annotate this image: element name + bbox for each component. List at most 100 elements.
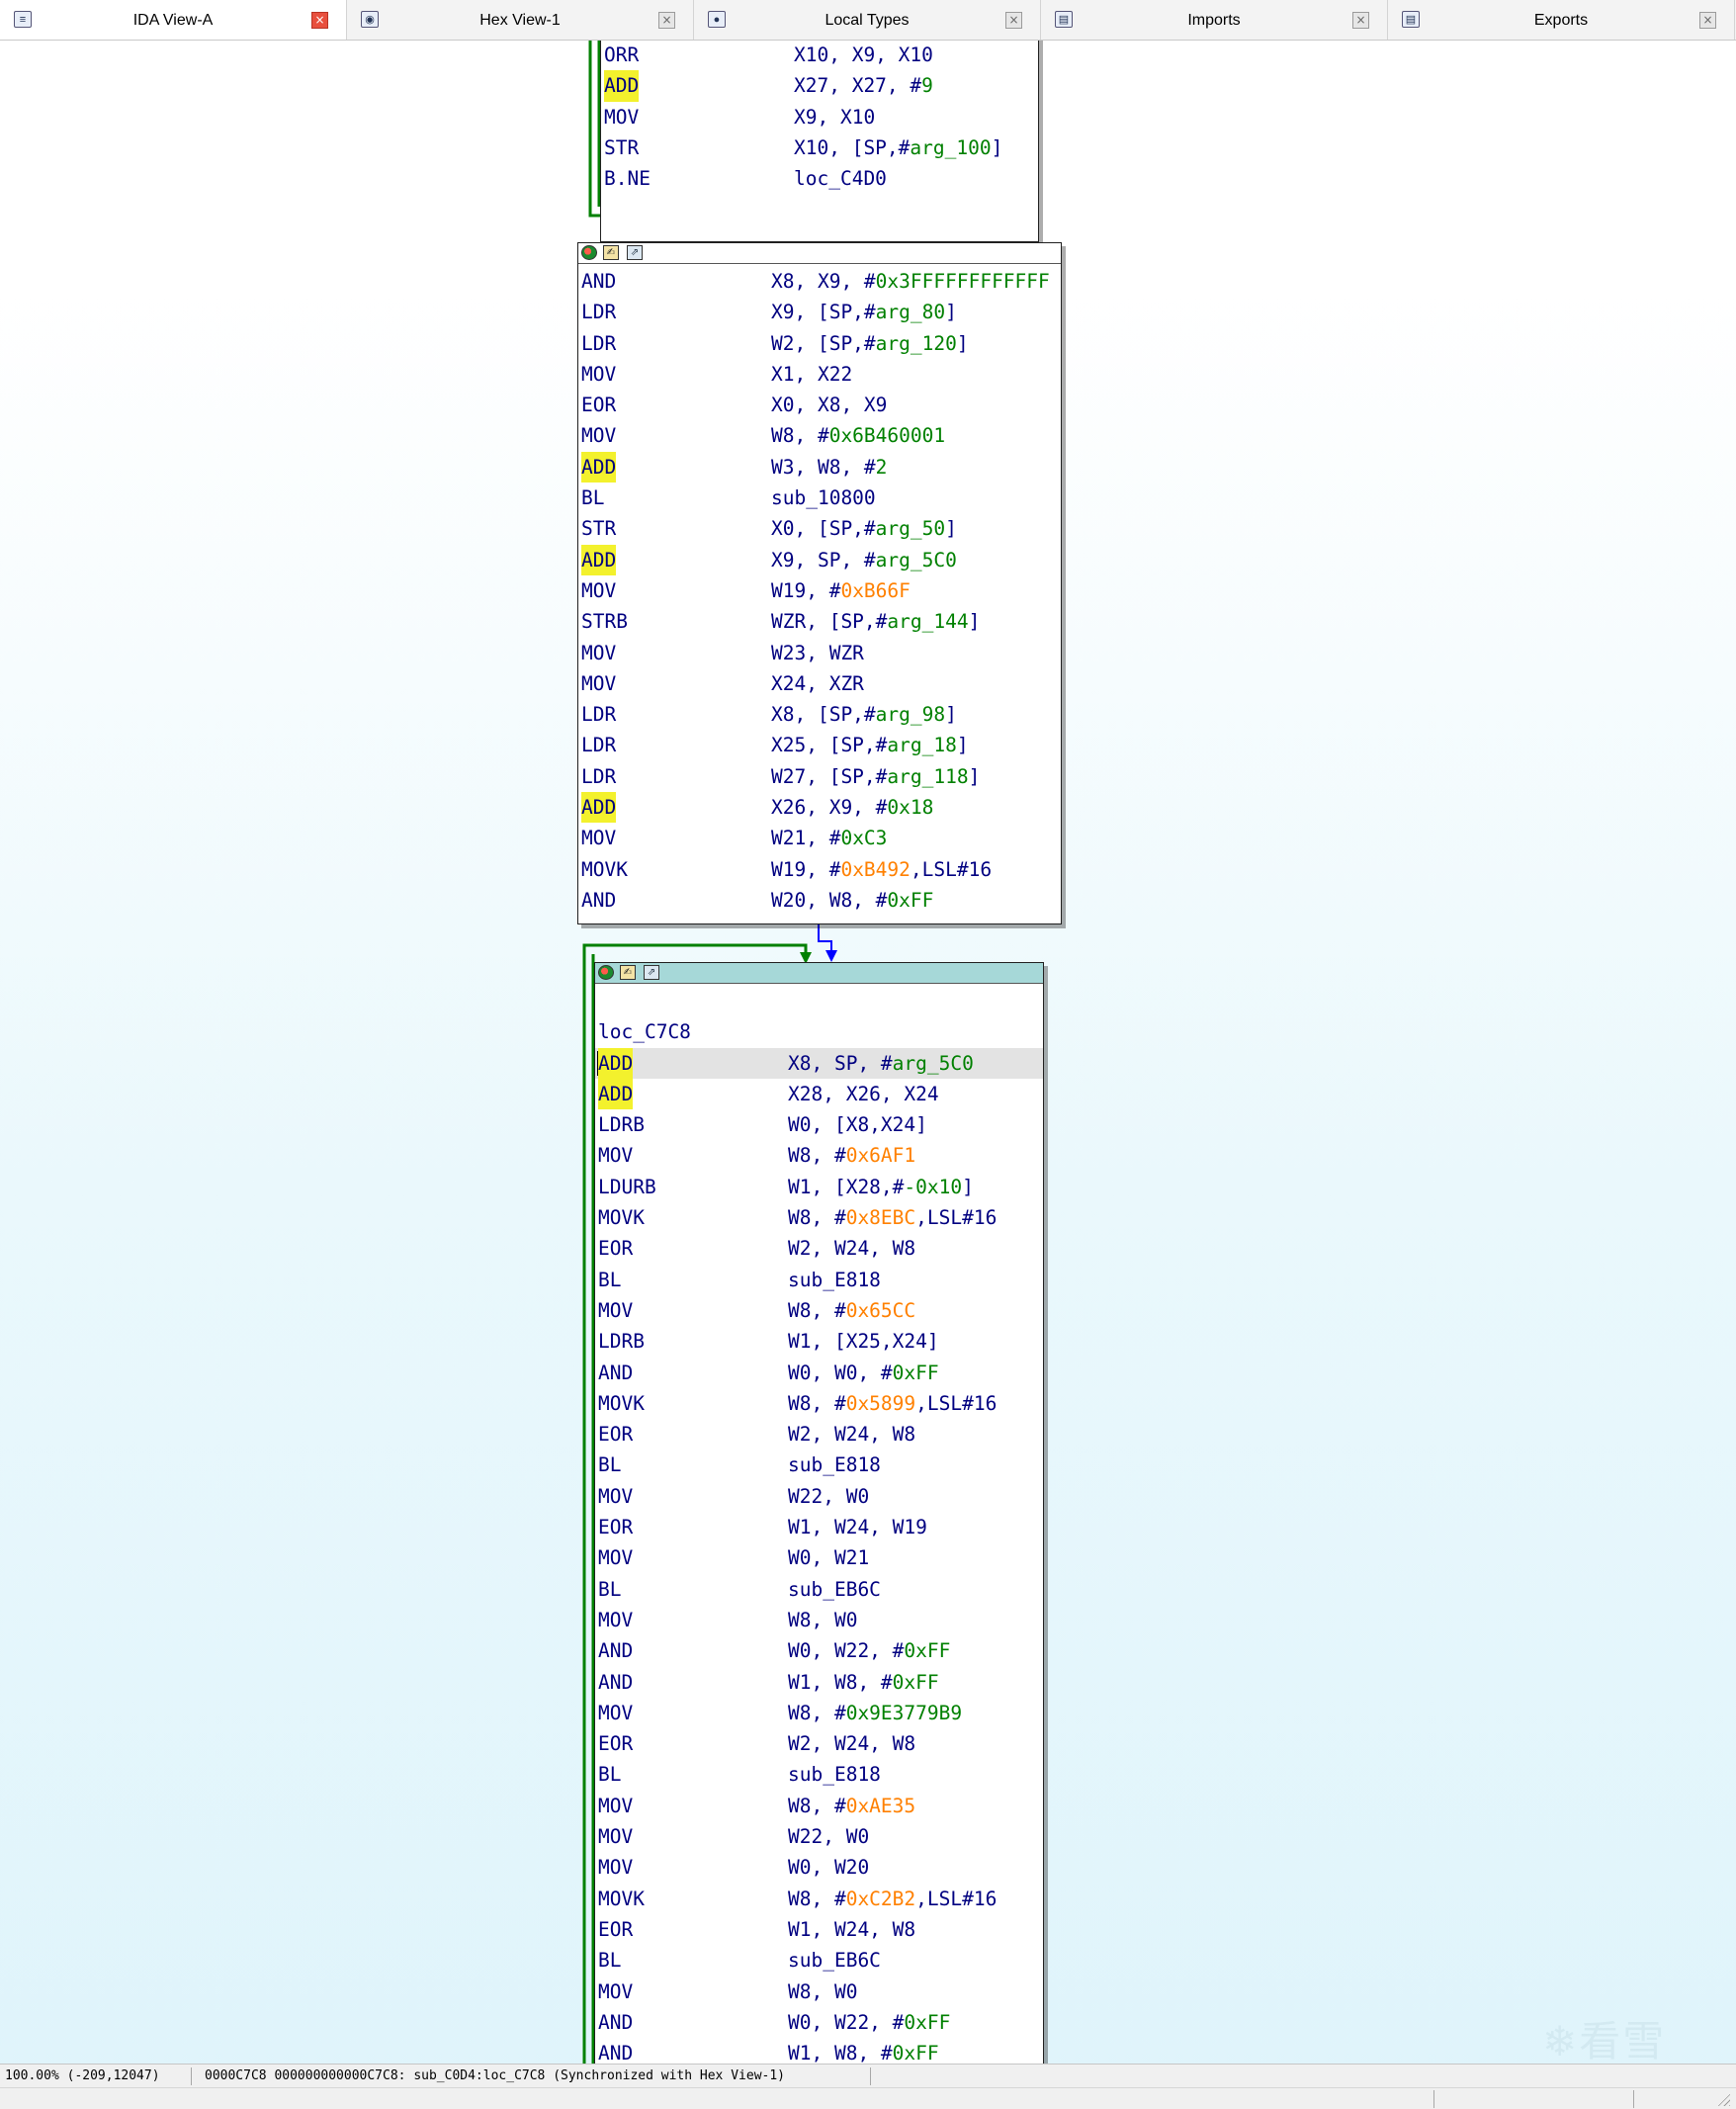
block-group-icon[interactable]: ⇗	[644, 965, 659, 980]
instruction-line[interactable]: AND W0, W0, #0xFF	[595, 1358, 1043, 1388]
mnemonic: MOV	[581, 671, 617, 695]
code-label-line[interactable]: loc_C7C8	[595, 1016, 1043, 1047]
instruction-line[interactable]: MOV W23, WZR	[578, 638, 1061, 668]
instruction-line[interactable]: LDRB W0, [X8,X24]	[595, 1109, 1043, 1140]
operands: X9, SP, #arg_5C0	[771, 545, 957, 575]
instruction-line[interactable]: LDR X9, [SP,#arg_80]	[578, 297, 1061, 327]
instruction-line[interactable]: EOR W1, W24, W8	[595, 1914, 1043, 1945]
instruction-line[interactable]: BL sub_E818	[595, 1450, 1043, 1480]
instruction-line[interactable]: STRB WZR, [SP,#arg_144]	[578, 606, 1061, 637]
instruction-line[interactable]: MOV X24, XZR	[578, 668, 1061, 699]
code-block-middle[interactable]: ✍ ⇗ AND X8, X9, #0x3FFFFFFFFFFFF LDR X9, [S…	[577, 242, 1062, 924]
block-color-icon[interactable]	[598, 965, 614, 980]
resize-grip-icon[interactable]	[1716, 2092, 1730, 2106]
instruction-line[interactable]: MOV W22, W0	[595, 1821, 1043, 1852]
block-color-icon[interactable]	[581, 245, 597, 260]
instruction-line[interactable]: MOVK W8, #0x5899,LSL#16	[595, 1388, 1043, 1419]
instruction-line[interactable]: ADD W3, W8, #2	[578, 451, 1061, 483]
operands: sub_10800	[771, 483, 876, 513]
operand-text: W2, W24, W8	[788, 1423, 916, 1447]
operand-number: arg_120	[875, 331, 957, 355]
block-rename-icon[interactable]: ✍	[620, 965, 636, 980]
code-block-loop[interactable]: ✍ ⇗ loc_C7C8 ADD X8, SP, #arg_5C0 ADD X28, X…	[594, 962, 1044, 2064]
operand-text: W8, #	[771, 424, 829, 448]
instruction-line[interactable]: AND W1, W8, #0xFF	[595, 1667, 1043, 1698]
instruction-line[interactable]: MOV X9, X10	[601, 102, 1038, 132]
instruction-line[interactable]: EOR W2, W24, W8	[595, 1233, 1043, 1264]
instruction-line[interactable]: ADD X28, X26, X24	[595, 1078, 1043, 1110]
operand-text: ]	[945, 517, 957, 541]
instruction-line[interactable]: LDR X8, [SP,#arg_98]	[578, 699, 1061, 730]
instruction-line[interactable]: EOR W1, W24, W19	[595, 1512, 1043, 1542]
instruction-line[interactable]: ADD X9, SP, #arg_5C0	[578, 544, 1061, 575]
instruction-line[interactable]: LDR X25, [SP,#arg_18]	[578, 730, 1061, 760]
instruction-line[interactable]: AND W20, W8, #0xFF	[578, 885, 1061, 916]
ida-graph-view[interactable]: ORR X10, X9, X10 ADD X27, X27, #9 MOV X9, X10…	[0, 41, 1736, 2064]
instruction-line[interactable]: MOV X1, X22	[578, 359, 1061, 390]
instruction-line[interactable]: LDR W2, [SP,#arg_120]	[578, 328, 1061, 359]
mnemonic: MOV	[604, 105, 640, 129]
instruction-line[interactable]: MOVK W19, #0xB492,LSL#16	[578, 854, 1061, 885]
instruction-line[interactable]: LDURB W1, [X28,#-0x10]	[595, 1172, 1043, 1202]
tab-ida-view-a[interactable]: ≡ IDA View-A ×	[0, 0, 347, 40]
close-icon[interactable]: ×	[1699, 12, 1716, 29]
code-block-top[interactable]: ORR X10, X9, X10 ADD X27, X27, #9 MOV X9, X10…	[600, 41, 1039, 242]
block-lines: loc_C7C8 ADD X8, SP, #arg_5C0 ADD X28, X26, …	[595, 984, 1043, 2064]
instruction-line[interactable]: MOVK W8, #0x8EBC,LSL#16	[595, 1202, 1043, 1233]
instruction-line[interactable]: STR X0, [SP,#arg_50]	[578, 513, 1061, 544]
operand-text: X8, X9, #	[771, 270, 876, 293]
instruction-line[interactable]: ADD X8, SP, #arg_5C0	[595, 1047, 1043, 1079]
block-group-icon[interactable]: ⇗	[627, 245, 643, 260]
tab-imports[interactable]: ▤ Imports ×	[1041, 0, 1388, 40]
close-icon[interactable]: ×	[311, 12, 328, 29]
instruction-line[interactable]: MOV W8, W0	[595, 1977, 1043, 2007]
instruction-line[interactable]: ADD X26, X9, #0x18	[578, 792, 1061, 824]
tab-local-types[interactable]: ● Local Types ×	[694, 0, 1041, 40]
instruction-line[interactable]: BL sub_E818	[595, 1265, 1043, 1295]
instruction-line[interactable]: MOVK W8, #0xC2B2,LSL#16	[595, 1884, 1043, 1914]
operands: X28, X26, X24	[788, 1079, 939, 1109]
block-rename-icon[interactable]: ✍	[603, 245, 619, 260]
instruction-line[interactable]: B.NE loc_C4D0	[601, 163, 1038, 194]
instruction-line[interactable]: MOV W0, W20	[595, 1852, 1043, 1883]
operand-text: W8, #	[788, 1298, 846, 1322]
instruction-line[interactable]: MOV W8, #0x6AF1	[595, 1140, 1043, 1171]
instruction-line[interactable]: AND W0, W22, #0xFF	[595, 1635, 1043, 1666]
operand-text: W21, #	[771, 827, 841, 850]
instruction-line[interactable]: ADD X27, X27, #9	[601, 70, 1038, 102]
instruction-line[interactable]: EOR W2, W24, W8	[595, 1419, 1043, 1450]
close-icon[interactable]: ×	[1352, 12, 1369, 29]
instruction-line[interactable]: MOV W8, #0x6B460001	[578, 420, 1061, 451]
tab-exports[interactable]: ▤ Exports ×	[1388, 0, 1735, 40]
mnemonic: MOV	[581, 362, 617, 386]
instruction-line[interactable]: MOV W8, W0	[595, 1605, 1043, 1635]
instruction-line[interactable]: BL sub_EB6C	[595, 1945, 1043, 1976]
instruction-line[interactable]: ORR X10, X9, X10	[601, 41, 1038, 70]
instruction-line[interactable]: AND W1, W8, #0xFF	[595, 2038, 1043, 2064]
instruction-line[interactable]: MOV W22, W0	[595, 1481, 1043, 1512]
instruction-line[interactable]: BL sub_EB6C	[595, 1574, 1043, 1605]
instruction-line[interactable]: BL sub_E818	[595, 1759, 1043, 1790]
instruction-line[interactable]: EOR X0, X8, X9	[578, 390, 1061, 420]
operands: W2, W24, W8	[788, 1419, 915, 1450]
instruction-line[interactable]: MOV W8, #0x65CC	[595, 1295, 1043, 1326]
close-icon[interactable]: ×	[658, 12, 675, 29]
instruction-line[interactable]: MOV W21, #0xC3	[578, 823, 1061, 853]
operands: sub_E818	[788, 1265, 881, 1295]
instruction-line[interactable]: AND W0, W22, #0xFF	[595, 2007, 1043, 2038]
instruction-line[interactable]: AND X8, X9, #0x3FFFFFFFFFFFF	[578, 266, 1061, 297]
close-icon[interactable]: ×	[1005, 12, 1022, 29]
instruction-line[interactable]: LDR W27, [SP,#arg_118]	[578, 761, 1061, 792]
operand-text: W1, [X28,#	[788, 1175, 905, 1198]
operands: W0, W0, #0xFF	[788, 1358, 939, 1388]
instruction-line[interactable]: STR X10, [SP,#arg_100]	[601, 132, 1038, 163]
instruction-line[interactable]: MOV W19, #0xB66F	[578, 575, 1061, 606]
operand-constant: 0x6AF1	[845, 1144, 916, 1168]
instruction-line[interactable]: LDRB W1, [X25,X24]	[595, 1326, 1043, 1357]
instruction-line[interactable]: MOV W8, #0x9E3779B9	[595, 1698, 1043, 1728]
tab-hex-view-1[interactable]: ◉ Hex View-1 ×	[347, 0, 694, 40]
instruction-line[interactable]: EOR W2, W24, W8	[595, 1728, 1043, 1759]
instruction-line[interactable]: BL sub_10800	[578, 483, 1061, 513]
instruction-line[interactable]: MOV W8, #0xAE35	[595, 1791, 1043, 1821]
instruction-line[interactable]: MOV W0, W21	[595, 1542, 1043, 1573]
